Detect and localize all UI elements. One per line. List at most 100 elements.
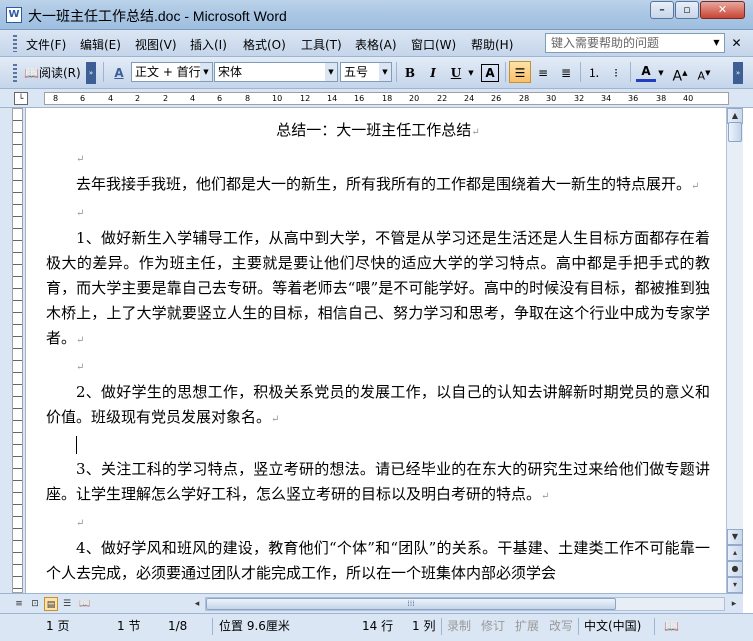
chevron-down-icon[interactable]: ▼	[200, 63, 212, 81]
status-overtype[interactable]: 改写	[549, 618, 573, 634]
window-title: 大一班主任工作总结.doc - Microsoft Word	[28, 8, 287, 24]
close-document-icon[interactable]: ✕	[730, 34, 743, 52]
horizontal-scrollbar[interactable]: ⁞⁞⁞	[205, 597, 725, 611]
font-color-button[interactable]: A	[636, 62, 656, 82]
chevron-down-icon[interactable]: ▼	[379, 63, 391, 81]
empty-paragraph: ↵	[76, 518, 85, 529]
vertical-scrollbar[interactable]: ▲ ▼ ▴ ● ▾	[726, 108, 743, 593]
menu-file[interactable]: 文件(F)	[26, 36, 66, 53]
ruler-tick-label: 16	[354, 94, 365, 103]
print-layout-view-icon[interactable]: ▤	[44, 597, 58, 611]
character-border-button[interactable]: A	[481, 64, 499, 82]
bullets-button[interactable]: ⁝	[607, 62, 625, 84]
numbered-list-icon: ⒈	[587, 66, 600, 80]
scroll-left-icon[interactable]: ◂	[190, 597, 204, 611]
menu-edit[interactable]: 编辑(E)	[80, 36, 121, 53]
word-app-icon[interactable]: W	[6, 7, 22, 23]
style-select[interactable]: 正文 + 首行 ▼	[131, 62, 213, 82]
minimize-button[interactable]: –	[650, 1, 674, 19]
toolbar-options-icon[interactable]: »	[733, 62, 743, 84]
status-line: 14 行	[362, 619, 394, 633]
ruler-tick-label: 40	[683, 94, 694, 103]
ruler-tick-label: 6	[217, 94, 223, 103]
toolbar-grip-icon[interactable]	[13, 35, 17, 52]
status-page-of: 1/8	[168, 619, 188, 633]
ruler-tick-label: 2	[163, 94, 169, 103]
menu-format[interactable]: 格式(O)	[243, 36, 286, 53]
paragraph: 去年我接手我班，他们都是大一的新生，所有我所有的工作都是围绕着大一新生的特点展开…	[76, 175, 700, 193]
status-bar: 1 页 1 节 1/8 位置 9.6厘米 14 行 1 列 录制 修订 扩展 改…	[0, 613, 753, 641]
menu-insert[interactable]: 插入(I)	[190, 36, 227, 53]
next-page-icon[interactable]: ▾	[727, 577, 743, 593]
read-mode-label: 阅读(R)	[38, 66, 81, 80]
status-track-changes[interactable]: 修订	[481, 618, 505, 634]
toolbar-separator	[580, 62, 581, 82]
ruler-tick-label: 6	[80, 94, 86, 103]
font-select[interactable]: 宋体 ▼	[214, 62, 338, 82]
document-page[interactable]: 总结一：大一班主任工作总结↵ ↵ 去年我接手我班，他们都是大一的新生，所有我所有…	[26, 108, 726, 593]
reading-layout-view-icon[interactable]: 📖	[78, 597, 92, 611]
status-column: 1 列	[412, 619, 436, 633]
tab-selector-icon[interactable]: └	[14, 92, 28, 105]
status-extend[interactable]: 扩展	[515, 618, 539, 634]
align-center-button[interactable]: ≡	[533, 62, 553, 84]
select-browse-object-icon[interactable]: ●	[727, 561, 743, 577]
horizontal-scroll-thumb[interactable]: ⁞⁞⁞	[206, 598, 616, 610]
font-value: 宋体	[218, 65, 243, 79]
ruler-tick-label: 26	[491, 94, 502, 103]
ruler-tick-label: 20	[409, 94, 420, 103]
align-justify-button[interactable]: ☰	[509, 61, 531, 83]
document-text[interactable]: 总结一：大一班主任工作总结↵ ↵ 去年我接手我班，他们都是大一的新生，所有我所有…	[46, 118, 710, 586]
maximize-button[interactable]: ▫	[675, 1, 699, 19]
grow-font-button[interactable]: A▲	[670, 62, 690, 85]
status-separator	[212, 618, 213, 635]
styles-pane-icon[interactable]: A	[108, 62, 130, 84]
horizontal-ruler[interactable]: └ 8 6 4 2 2 4 6 8 10 12 14 16 18 20 22 24 26 28 30 32 34 36 38…	[0, 89, 753, 108]
align-justify-icon: ☰	[514, 66, 526, 80]
previous-page-icon[interactable]: ▴	[727, 545, 743, 561]
scroll-right-icon[interactable]: ▸	[727, 597, 741, 611]
chevron-down-icon[interactable]: ▼	[325, 63, 337, 81]
scroll-thumb[interactable]	[728, 122, 742, 142]
status-section: 1 节	[117, 619, 141, 633]
title-bar[interactable]: W 大一班主任工作总结.doc - Microsoft Word – ▫ ✕	[0, 0, 753, 30]
align-right-button[interactable]: ≣	[556, 62, 576, 84]
scroll-down-icon[interactable]: ▼	[727, 529, 743, 545]
ruler-tick-label: 10	[272, 94, 283, 103]
ruler-tick-label: 22	[437, 94, 448, 103]
toolbar-separator	[505, 62, 506, 82]
font-size-select[interactable]: 五号 ▼	[340, 62, 392, 82]
vertical-ruler[interactable]	[9, 108, 26, 593]
menu-view[interactable]: 视图(V)	[135, 36, 177, 53]
align-center-icon: ≡	[537, 66, 549, 80]
spelling-status-icon[interactable]: 📖	[664, 618, 679, 634]
underline-button[interactable]: U	[446, 62, 466, 84]
toolbar-separator	[630, 62, 631, 82]
close-button[interactable]: ✕	[700, 1, 745, 19]
toolbar-options-icon[interactable]: »	[86, 62, 96, 84]
ruler-tick-label: 34	[601, 94, 612, 103]
ruler-tick-label: 24	[464, 94, 475, 103]
bold-button[interactable]: B	[400, 62, 420, 84]
read-mode-button[interactable]: 📖阅读(R)	[22, 62, 84, 84]
status-language[interactable]: 中文(中国)	[584, 618, 641, 634]
book-icon: 📖	[24, 66, 39, 80]
web-layout-view-icon[interactable]: ⊡	[28, 597, 42, 611]
help-dropdown-icon[interactable]: ▼	[710, 34, 723, 52]
outline-view-icon[interactable]: ☰	[60, 597, 74, 611]
font-color-dropdown-icon[interactable]: ▼	[656, 62, 666, 84]
menu-table[interactable]: 表格(A)	[355, 36, 397, 53]
menu-window[interactable]: 窗口(W)	[411, 36, 456, 53]
status-record[interactable]: 录制	[447, 618, 471, 634]
help-search-input[interactable]: 键入需要帮助的问题	[545, 33, 725, 53]
normal-view-icon[interactable]: ≡	[12, 597, 26, 611]
toolbar-grip-icon[interactable]	[13, 64, 17, 82]
ruler-tick-label: 4	[108, 94, 114, 103]
ruler-tick-label: 36	[628, 94, 639, 103]
italic-button[interactable]: I	[423, 62, 443, 84]
menu-tools[interactable]: 工具(T)	[301, 36, 342, 53]
menu-help[interactable]: 帮助(H)	[471, 36, 513, 53]
numbering-button[interactable]: ⒈	[585, 62, 603, 84]
shrink-font-button[interactable]: A▼	[694, 62, 714, 84]
underline-dropdown-icon[interactable]: ▼	[466, 62, 476, 84]
